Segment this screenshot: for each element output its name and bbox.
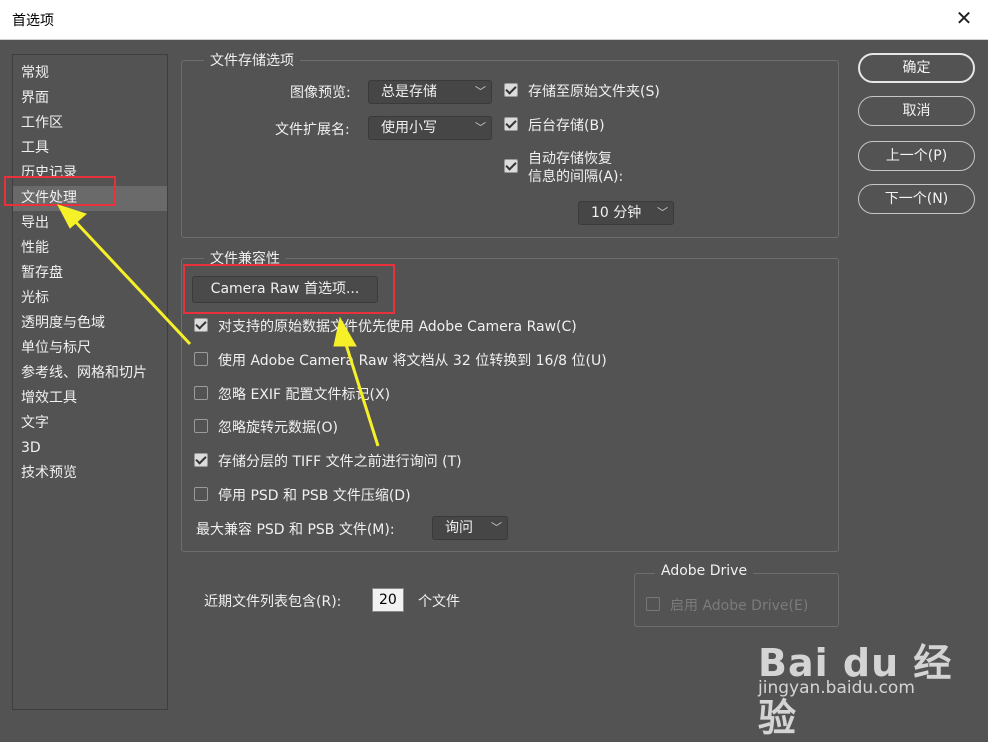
- file-ext-select[interactable]: 使用小写 ﹀: [368, 116, 492, 140]
- max-compat-label: 最大兼容 PSD 和 PSB 文件(M):: [196, 522, 395, 538]
- sidebar-item-tools[interactable]: 工具: [13, 136, 167, 161]
- compat-option-3[interactable]: 忽略旋转元数据(O): [194, 417, 338, 437]
- sidebar-item-cursors[interactable]: 光标: [13, 286, 167, 311]
- camera-raw-prefs-button[interactable]: Camera Raw 首选项...: [192, 276, 378, 303]
- compat-option-3-label: 忽略旋转元数据(O): [218, 420, 338, 436]
- enable-adobe-drive-label: 启用 Adobe Drive(E): [670, 598, 809, 614]
- background-save-label: 后台存储(B): [528, 118, 605, 134]
- file-ext-value: 使用小写: [381, 120, 437, 136]
- checkbox-unchecked-icon: [194, 419, 208, 433]
- max-compat-value: 询问: [445, 520, 473, 536]
- compat-option-5-label: 停用 PSD 和 PSB 文件压缩(D): [218, 488, 411, 504]
- compat-option-2-label: 忽略 EXIF 配置文件标记(X): [218, 387, 391, 403]
- checkbox-checked-icon: [194, 318, 208, 332]
- window-titlebar: 首选项 ✕: [0, 0, 988, 40]
- close-icon[interactable]: ✕: [952, 6, 976, 30]
- sidebar-item-workspace[interactable]: 工作区: [13, 111, 167, 136]
- compat-option-1-label: 使用 Adobe Camera Raw 将文档从 32 位转换到 16/8 位(…: [218, 353, 607, 369]
- sidebar: 常规 界面 工作区 工具 历史记录 文件处理 导出 性能 暂存盘 光标 透明度与…: [12, 54, 168, 710]
- cancel-button[interactable]: 取消: [858, 96, 975, 126]
- checkbox-unchecked-icon: [194, 386, 208, 400]
- checkbox-checked-icon: [194, 453, 208, 467]
- recent-files-input[interactable]: 20: [372, 588, 404, 612]
- window-title: 首选项: [12, 13, 54, 29]
- sidebar-item-export[interactable]: 导出: [13, 211, 167, 236]
- checkbox-unchecked-icon: [194, 352, 208, 366]
- file-compat-title: 文件兼容性: [204, 248, 286, 268]
- sidebar-item-performance[interactable]: 性能: [13, 236, 167, 261]
- image-preview-value: 总是存储: [381, 84, 437, 100]
- save-to-original-label: 存储至原始文件夹(S): [528, 84, 660, 100]
- compat-option-4[interactable]: 存储分层的 TIFF 文件之前进行询问 (T): [194, 451, 462, 471]
- checkbox-unchecked-icon: [194, 487, 208, 501]
- interval-value: 10 分钟: [591, 205, 642, 221]
- sidebar-item-units-rulers[interactable]: 单位与标尺: [13, 336, 167, 361]
- background-save-checkbox[interactable]: 后台存储(B): [504, 115, 605, 135]
- max-compat-select[interactable]: 询问 ﹀: [432, 516, 508, 540]
- sidebar-item-3d[interactable]: 3D: [13, 436, 167, 461]
- sidebar-item-plugins[interactable]: 增效工具: [13, 386, 167, 411]
- auto-save-line2: 信息的间隔(A):: [528, 169, 624, 185]
- sidebar-item-type[interactable]: 文字: [13, 411, 167, 436]
- recent-files-suffix: 个文件: [418, 594, 460, 610]
- sidebar-item-scratch-disks[interactable]: 暂存盘: [13, 261, 167, 286]
- image-preview-select[interactable]: 总是存储 ﹀: [368, 80, 492, 104]
- file-saving-title: 文件存储选项: [204, 50, 300, 70]
- file-ext-label: 文件扩展名:: [275, 122, 350, 138]
- ok-button[interactable]: 确定: [858, 53, 975, 83]
- adobe-drive-title: Adobe Drive: [655, 563, 754, 579]
- chevron-down-icon: ﹀: [491, 521, 502, 534]
- chevron-down-icon: ﹀: [475, 85, 486, 98]
- compat-option-1[interactable]: 使用 Adobe Camera Raw 将文档从 32 位转换到 16/8 位(…: [194, 350, 607, 370]
- compat-option-4-label: 存储分层的 TIFF 文件之前进行询问 (T): [218, 454, 462, 470]
- sidebar-item-transparency[interactable]: 透明度与色域: [13, 311, 167, 336]
- chevron-down-icon: ﹀: [475, 121, 486, 134]
- prev-button[interactable]: 上一个(P): [858, 141, 975, 171]
- interval-select[interactable]: 10 分钟 ﹀: [578, 201, 674, 225]
- checkbox-disabled-icon: [646, 597, 660, 611]
- recent-files-label: 近期文件列表包含(R):: [204, 594, 342, 610]
- image-preview-label: 图像预览:: [290, 85, 351, 101]
- chevron-down-icon: ﹀: [657, 206, 668, 219]
- watermark-url: jingyan.baidu.com: [758, 678, 915, 698]
- sidebar-item-history[interactable]: 历史记录: [13, 161, 167, 186]
- auto-save-checkbox[interactable]: 自动存储恢复 信息的间隔(A):: [504, 150, 623, 186]
- save-to-original-checkbox[interactable]: 存储至原始文件夹(S): [504, 81, 660, 101]
- compat-option-0-label: 对支持的原始数据文件优先使用 Adobe Camera Raw(C): [218, 319, 577, 335]
- sidebar-item-file-handling[interactable]: 文件处理: [13, 186, 167, 211]
- sidebar-item-interface[interactable]: 界面: [13, 86, 167, 111]
- compat-option-0[interactable]: 对支持的原始数据文件优先使用 Adobe Camera Raw(C): [194, 316, 577, 336]
- compat-option-2[interactable]: 忽略 EXIF 配置文件标记(X): [194, 384, 390, 404]
- sidebar-item-guides-grid[interactable]: 参考线、网格和切片: [13, 361, 167, 386]
- auto-save-line1: 自动存储恢复: [528, 151, 612, 167]
- checkbox-checked-icon: [504, 159, 518, 173]
- sidebar-item-tech-preview[interactable]: 技术预览: [13, 461, 167, 486]
- checkbox-checked-icon: [504, 117, 518, 131]
- watermark: Bai du 经验 jingyan.baidu.com: [758, 618, 978, 740]
- auto-save-label: 自动存储恢复 信息的间隔(A):: [528, 150, 623, 186]
- sidebar-item-general[interactable]: 常规: [13, 61, 167, 86]
- enable-adobe-drive-checkbox: 启用 Adobe Drive(E): [646, 595, 808, 615]
- checkbox-checked-icon: [504, 83, 518, 97]
- next-button[interactable]: 下一个(N): [858, 184, 975, 214]
- compat-option-5[interactable]: 停用 PSD 和 PSB 文件压缩(D): [194, 485, 411, 505]
